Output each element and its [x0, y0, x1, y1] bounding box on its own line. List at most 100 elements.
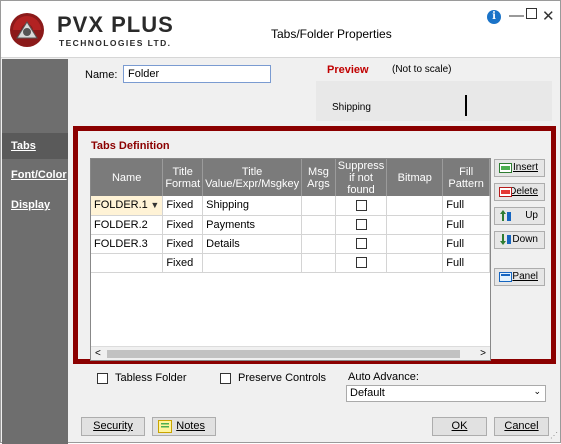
nav-item-display[interactable]: Display [2, 192, 68, 218]
cell-format[interactable]: Fixed [162, 253, 204, 273]
auto-advance-select[interactable]: Default ⌄ [346, 385, 546, 402]
table-row[interactable]: Fixed Full [91, 253, 490, 273]
tabs-grid[interactable]: Name Title Format Title Value/Expr/Msgke… [90, 158, 491, 361]
table-header-row: Name Title Format Title Value/Expr/Msgke… [91, 159, 490, 196]
cell-bitmap[interactable] [386, 215, 444, 235]
cell-value[interactable]: Details [202, 234, 303, 254]
cell-bitmap[interactable] [386, 196, 444, 216]
nav-item-font-color[interactable]: Font/Color [2, 162, 68, 188]
move-down-button[interactable]: Down [494, 231, 545, 249]
column-header-bitmap[interactable]: Bitmap [386, 159, 444, 196]
cell-format[interactable]: Fixed [162, 215, 204, 235]
notes-button[interactable]: Notes [152, 417, 216, 436]
preserve-controls-label: Preserve Controls [238, 372, 327, 384]
cell-name[interactable] [91, 253, 164, 273]
column-header-suppress[interactable]: Suppress if not found [335, 159, 388, 196]
minimize-icon[interactable]: — [509, 7, 524, 24]
resize-grip-icon[interactable]: ⋰ [550, 431, 558, 440]
table-row[interactable]: FOLDER.1 ▼ Fixed Shipping Full [91, 196, 490, 216]
window-title: Tabs/Folder Properties [271, 27, 392, 41]
panel-icon [499, 272, 512, 282]
move-up-button[interactable]: Up [494, 207, 545, 225]
cell-bitmap[interactable] [386, 234, 444, 254]
name-label: Name: [85, 69, 118, 81]
column-header-fill-pattern[interactable]: Fill Pattern [442, 159, 490, 196]
cell-value[interactable]: Payments [202, 215, 303, 235]
preview-title: Preview [327, 64, 369, 76]
suppress-checkbox[interactable] [355, 199, 367, 211]
chevron-down-icon[interactable]: ⌄ [533, 386, 541, 397]
maximize-icon[interactable] [526, 8, 537, 19]
cell-bitmap[interactable] [386, 253, 444, 273]
cell-format[interactable]: Fixed [162, 234, 204, 254]
cell-name[interactable]: FOLDER.3 [91, 234, 164, 254]
cell-format[interactable]: Fixed [162, 196, 204, 216]
cell-suppress[interactable] [335, 215, 388, 235]
logo-subtitle: TECHNOLOGIES LTD. [59, 38, 172, 48]
security-button[interactable]: Security [81, 417, 145, 436]
cell-suppress[interactable] [335, 234, 388, 254]
cell-value[interactable]: Shipping [202, 196, 303, 216]
tabless-folder-checkbox[interactable] [97, 372, 108, 384]
delete-icon [499, 187, 512, 197]
tabless-folder-label: Tabless Folder [115, 372, 187, 384]
scroll-right-icon[interactable]: > [480, 347, 486, 361]
tabless-folder-option[interactable]: Tabless Folder [97, 372, 187, 384]
table-row[interactable]: FOLDER.2 Fixed Payments Full [91, 215, 490, 235]
column-header-title-format[interactable]: Title Format [162, 159, 204, 196]
panel-label: Panel [512, 271, 538, 282]
tabs-table: Name Title Format Title Value/Expr/Msgke… [91, 159, 490, 273]
name-input[interactable]: Folder [123, 65, 271, 83]
logo-brand: PVX PLUS [57, 12, 174, 37]
preview-tab-edge [465, 95, 467, 116]
delete-button[interactable]: Delete [494, 183, 545, 201]
close-icon[interactable]: ✕ [542, 7, 555, 25]
cell-fill[interactable]: Full [442, 234, 490, 254]
column-header-title-value[interactable]: Title Value/Expr/Msgkey [202, 159, 303, 196]
title-bar: PVX PLUS TECHNOLOGIES LTD. Tabs/Folder P… [1, 1, 560, 58]
suppress-checkbox[interactable] [355, 219, 367, 231]
cell-fill[interactable]: Full [442, 196, 490, 216]
cell-suppress[interactable] [335, 253, 388, 273]
pvx-logo-icon [10, 13, 44, 47]
cell-name[interactable]: FOLDER.2 [91, 215, 164, 235]
preserve-controls-checkbox[interactable] [220, 372, 231, 384]
scrollbar-thumb[interactable] [107, 350, 460, 358]
insert-label: Insert [512, 162, 538, 173]
cell-name[interactable]: FOLDER.1 ▼ [91, 196, 164, 216]
cell-suppress[interactable] [335, 196, 388, 216]
column-header-msg-args[interactable]: Msg Args [301, 159, 336, 196]
ok-label: OK [451, 420, 468, 432]
up-label: Up [525, 210, 538, 221]
suppress-checkbox[interactable] [355, 257, 367, 269]
delete-label: Delete [509, 186, 538, 197]
insert-button[interactable]: Insert [494, 159, 545, 177]
panel-button[interactable]: Panel [494, 268, 545, 286]
up-arrow-icon [500, 210, 511, 221]
cancel-button[interactable]: Cancel [494, 417, 549, 436]
scroll-left-icon[interactable]: < [95, 347, 101, 361]
column-header-name[interactable]: Name [91, 159, 164, 196]
cell-value[interactable] [202, 253, 303, 273]
notes-icon [158, 420, 172, 433]
table-row[interactable]: FOLDER.3 Fixed Details Full [91, 234, 490, 254]
nav-item-tabs[interactable]: Tabs [2, 133, 68, 159]
cell-args[interactable] [301, 196, 336, 216]
property-nav: Tabs Font/Color Display [2, 59, 68, 444]
info-icon[interactable]: i [487, 10, 501, 24]
cell-args[interactable] [301, 234, 336, 254]
horizontal-scrollbar[interactable]: < > [91, 346, 490, 360]
dropdown-arrow-icon[interactable]: ▼ [150, 200, 159, 210]
tabs-folder-properties-window: PVX PLUS TECHNOLOGIES LTD. Tabs/Folder P… [0, 0, 561, 444]
ok-button[interactable]: OK [432, 417, 487, 436]
security-label: Security [93, 420, 133, 432]
down-arrow-icon [500, 234, 511, 245]
preserve-controls-option[interactable]: Preserve Controls [220, 372, 326, 384]
cell-fill[interactable]: Full [442, 253, 490, 273]
cancel-label: Cancel [504, 420, 539, 432]
cell-args[interactable] [301, 215, 336, 235]
cell-fill[interactable]: Full [442, 215, 490, 235]
cell-name-text: FOLDER.1 [94, 199, 148, 212]
cell-args[interactable] [301, 253, 336, 273]
suppress-checkbox[interactable] [355, 238, 367, 250]
